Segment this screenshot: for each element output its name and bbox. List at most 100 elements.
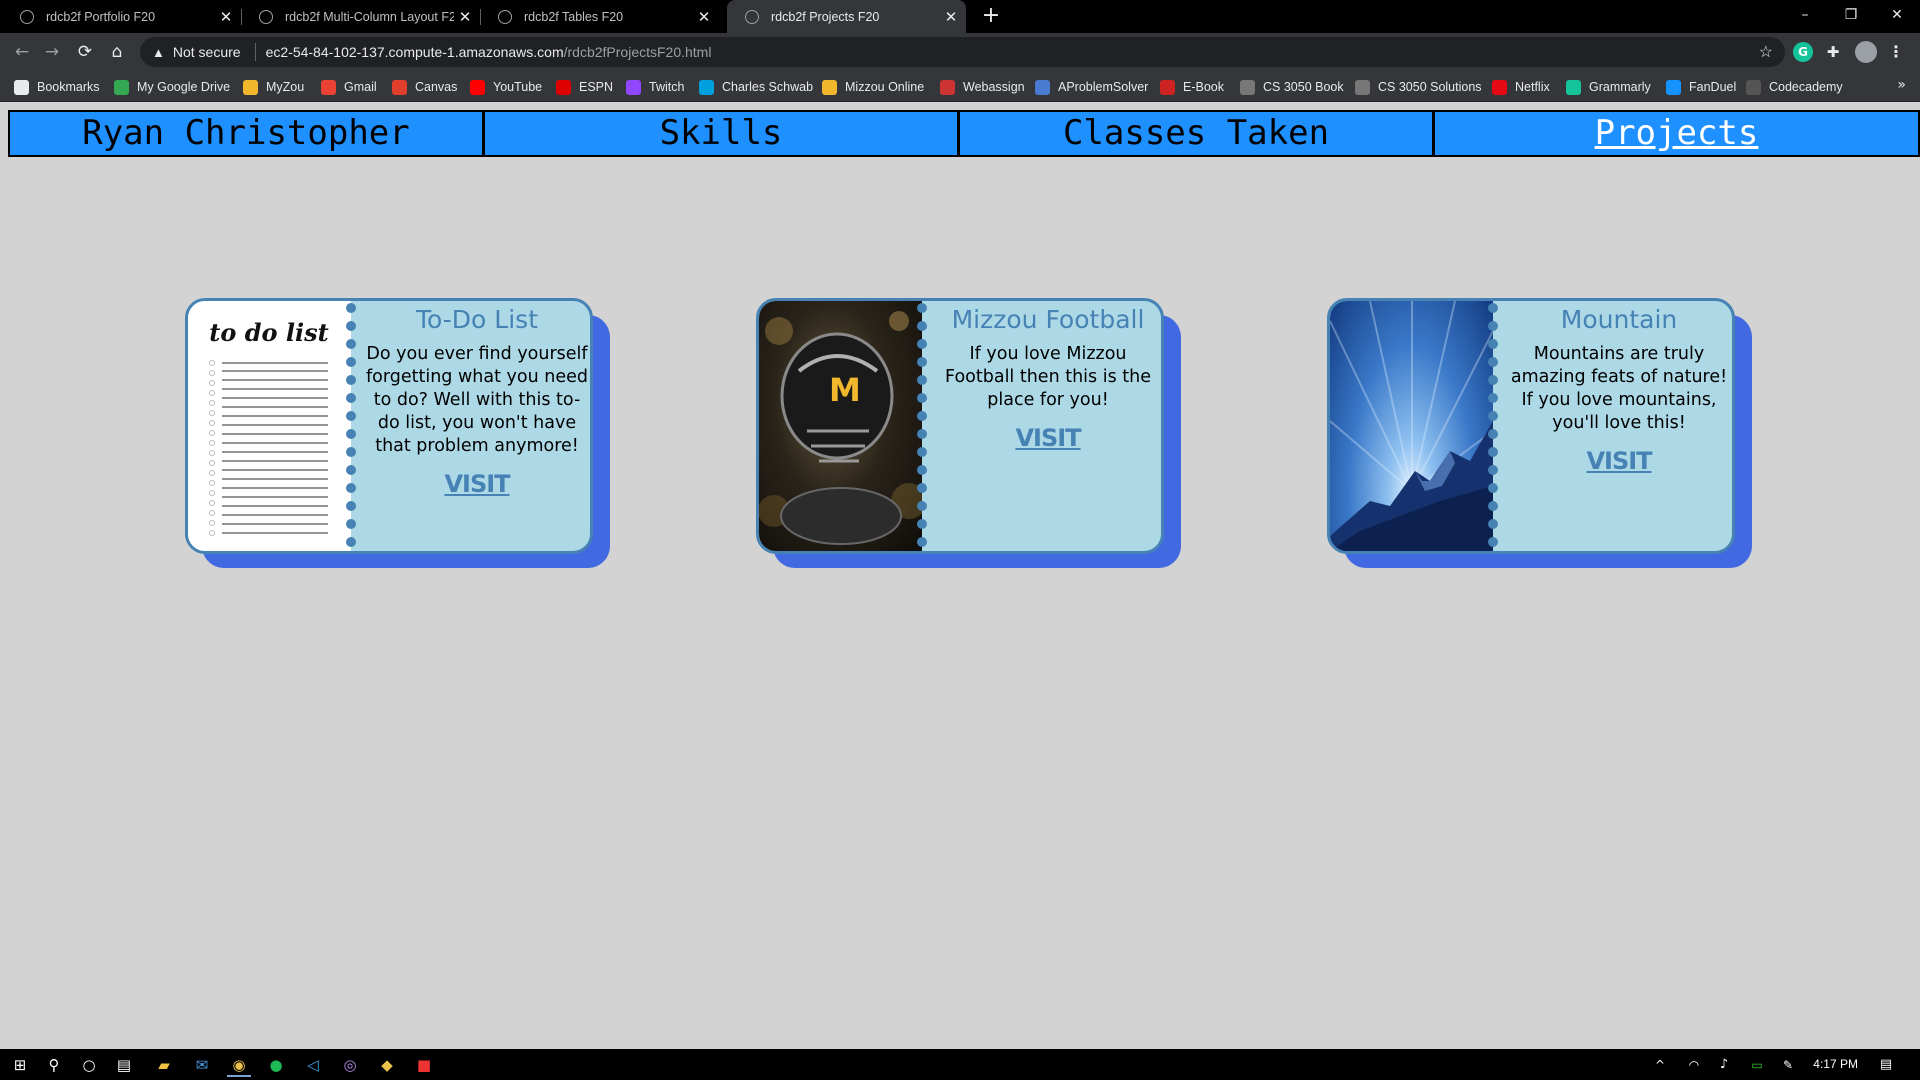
browser-tab[interactable]: rdcb2f Multi-Column Layout F20 ✕ [241,0,481,33]
bookmark-twitch[interactable]: Twitch [626,77,684,97]
search-icon[interactable]: ⚲ [42,1053,66,1077]
url-host: ec2-54-84-102-137.compute-1.amazonaws.co… [265,44,564,60]
bookmark-youtube[interactable]: YouTube [470,77,542,97]
windows-taskbar: ⊞ ⚲ ○ ▤ ▰ ✉ ◉ ● ◁ ◎ ◆ ■ ^ ◠ ♪ ▭ ✎ 4:17 P… [0,1049,1920,1080]
security-label[interactable]: Not secure [173,44,241,60]
bookmark-label: Canvas [415,80,458,94]
bookmark-grammarly[interactable]: Grammarly [1566,77,1651,97]
restore-button[interactable]: ❐ [1828,0,1874,30]
globe-icon [20,9,34,24]
address-bar[interactable]: ▲ Not secure ec2-54-84-102-137.compute-1… [140,37,1785,67]
visit-link[interactable]: VISIT [444,470,510,498]
project-card-todo: to do list To-Do List Do you ever find y… [185,298,610,568]
new-tab-button[interactable]: + [978,4,1004,30]
bookmark-label: CS 3050 Solutions [1378,80,1482,94]
browser-tab[interactable]: rdcb2f Tables F20 ✕ [480,0,719,33]
bookmark-star-icon[interactable]: ☆ [1759,42,1773,62]
tab-close-icon[interactable]: ✕ [693,8,715,26]
grammarly-extension-icon[interactable]: G [1793,42,1813,62]
volume-icon[interactable]: ♪ [1712,1053,1736,1077]
task-view-icon[interactable]: ▤ [112,1053,136,1077]
browser-toolbar: ← → ⟳ ⌂ ▲ Not secure ec2-54-84-102-137.c… [0,33,1920,71]
vscode-icon[interactable]: ◁ [301,1053,325,1077]
binder-dot [1488,447,1498,457]
bookmark-label: Codecademy [1769,80,1843,94]
pen-icon[interactable]: ✎ [1776,1053,1800,1077]
nav-home-link[interactable]: Ryan Christopher [10,112,485,155]
bookmark-espn[interactable]: ESPN [556,77,613,97]
nav-skills-link[interactable]: Skills [485,112,960,155]
bookmark-label: YouTube [493,80,543,94]
tab-close-icon[interactable]: ✕ [215,8,237,26]
chrome-icon[interactable]: ◉ [227,1053,251,1077]
binder-dot [1488,321,1498,331]
tray-chevron-icon[interactable]: ^ [1648,1053,1672,1077]
binder-dots [345,303,357,551]
tab-close-icon[interactable]: ✕ [454,8,476,26]
battery-icon[interactable]: ▭ [1745,1053,1769,1077]
binder-dot [346,537,356,547]
bookmark-codecademy[interactable]: Codecademy [1746,77,1843,97]
binder-dot [346,483,356,493]
cortana-icon[interactable]: ○ [77,1053,101,1077]
binder-dot [346,357,356,367]
fanduel-icon [1666,79,1681,95]
browser-tab-active[interactable]: rdcb2f Projects F20 ✕ [727,0,966,33]
bookmark-charles-schwab[interactable]: Charles Schwab [699,77,813,97]
visit-link[interactable]: VISIT [1586,447,1652,475]
close-window-button[interactable]: ✕ [1874,0,1920,30]
binder-dot [346,411,356,421]
file-explorer-icon[interactable]: ▰ [152,1053,176,1077]
browser-tab[interactable]: rdcb2f Portfolio F20 ✕ [2,0,242,33]
bookmark-my-google-drive[interactable]: My Google Drive [114,77,230,97]
mail-icon[interactable]: ✉ [190,1053,214,1077]
bookmark-netflix[interactable]: Netflix [1492,77,1550,97]
bookmark-canvas[interactable]: Canvas [392,77,457,97]
menu-kebab-icon[interactable]: ⋮ [1886,42,1906,62]
extensions-puzzle-icon[interactable]: ✚ [1823,42,1843,62]
clock[interactable]: 4:17 PM [1813,1057,1858,1071]
bookmark-cs-3050-book[interactable]: CS 3050 Book [1240,77,1344,97]
binder-dot [1488,339,1498,349]
nav-classes-link[interactable]: Classes Taken [960,112,1435,155]
bookmark-fanduel[interactable]: FanDuel [1666,77,1736,97]
bookmark-aproblemsolver[interactable]: AProblemSolver [1035,77,1148,97]
spotify-icon[interactable]: ● [264,1053,288,1077]
bookmark-webassign[interactable]: Webassign [940,77,1025,97]
binder-dot [917,501,927,511]
app-icon[interactable]: ◎ [338,1053,362,1077]
reload-icon[interactable]: ⟳ [73,40,97,64]
windows-start-icon[interactable]: ⊞ [8,1053,32,1077]
binder-dot [346,465,356,475]
bookmark-bookmarks[interactable]: Bookmarks [14,77,100,97]
mizzou-icon [822,79,837,95]
binder-dot [917,411,927,421]
nav-projects-link[interactable]: Projects [1435,112,1918,155]
binder-dot [917,483,927,493]
filezilla-icon[interactable]: ■ [412,1053,436,1077]
binder-dot [346,519,356,529]
bookmark-gmail[interactable]: Gmail [321,77,377,97]
canvas-icon [392,79,407,95]
network-icon[interactable]: ◠ [1682,1053,1706,1077]
binder-dot [917,321,927,331]
back-icon[interactable]: ← [10,40,34,64]
binder-dot [1488,357,1498,367]
bookmarks-overflow-button[interactable]: » [1897,77,1906,93]
bookmark-cs-3050-solutions[interactable]: CS 3050 Solutions [1355,77,1482,97]
mizzou-football-helmet-image: M [759,301,927,551]
git-icon[interactable]: ◆ [375,1053,399,1077]
bookmark-myzou[interactable]: MyZou [243,77,304,97]
tab-close-icon[interactable]: ✕ [940,8,962,26]
profile-avatar-icon[interactable] [1855,41,1877,63]
card-body: Mountain Mountains are truly amazing fea… [1508,301,1730,551]
minimize-button[interactable]: – [1782,0,1828,30]
bookmark-mizzou-online[interactable]: Mizzou Online [822,77,924,97]
visit-link[interactable]: VISIT [1015,424,1081,452]
bookmark-e-book[interactable]: E-Book [1160,77,1224,97]
notifications-icon[interactable]: ▤ [1874,1053,1898,1077]
home-icon[interactable]: ⌂ [105,40,129,64]
binder-dot [346,501,356,511]
forward-icon[interactable]: → [40,40,64,64]
blue-mountain-image [1330,301,1494,551]
